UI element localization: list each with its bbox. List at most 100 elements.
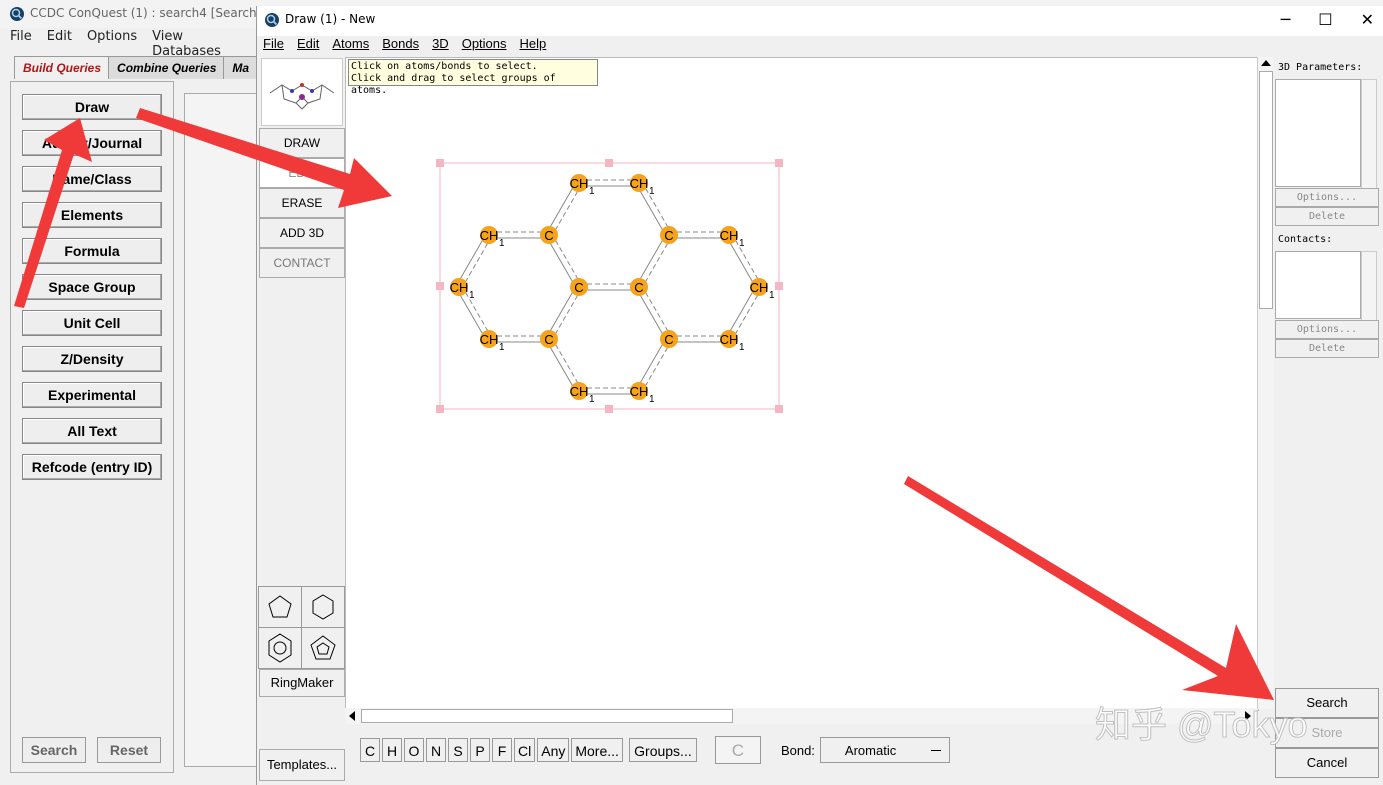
element-o-button[interactable]: O <box>404 738 424 762</box>
horizontal-scrollbar[interactable] <box>345 708 1257 724</box>
tab-build-queries[interactable]: Build Queries <box>14 56 111 79</box>
atom[interactable]: CH1 <box>630 174 655 197</box>
contact-tool-button[interactable]: CONTACT <box>259 248 345 278</box>
menu-edit[interactable]: Edit <box>47 29 72 49</box>
atom[interactable]: C <box>540 330 558 348</box>
bg-reset-button[interactable]: Reset <box>97 737 161 763</box>
selection-handle[interactable] <box>775 282 783 290</box>
contacts-delete-button[interactable]: Delete <box>1275 339 1379 358</box>
3d-parameters-list[interactable] <box>1275 79 1361 187</box>
draw-menu-edit[interactable]: Edit <box>297 36 319 56</box>
bond-type-select[interactable]: Aromatic <box>819 737 950 763</box>
element-c-button[interactable]: C <box>360 738 380 762</box>
aromatic5-button[interactable] <box>301 627 345 669</box>
maximize-icon[interactable]: ☐ <box>1318 10 1332 29</box>
vertical-scroll-thumb[interactable] <box>1259 71 1273 309</box>
experimental-button[interactable]: Experimental <box>22 382 162 408</box>
menu-file[interactable]: File <box>10 29 32 49</box>
z-density-button[interactable]: Z/Density <box>22 346 162 372</box>
atom[interactable]: CH1 <box>720 330 745 353</box>
draw-menu-file[interactable]: File <box>263 36 284 56</box>
atom[interactable]: CH1 <box>480 226 505 249</box>
atom[interactable]: C <box>570 278 588 296</box>
edit-tool-button[interactable]: EDIT <box>259 158 345 188</box>
draw-menu-bonds[interactable]: Bonds <box>382 36 419 56</box>
selection-handle[interactable] <box>436 282 444 290</box>
benzene-button[interactable] <box>258 627 302 669</box>
atom[interactable]: CH1 <box>570 174 595 197</box>
atom[interactable]: CH1 <box>630 382 655 405</box>
element-more-button[interactable]: More... <box>571 738 623 762</box>
drawing-canvas[interactable]: CH 1 CH 1 CH 1 C C CH 1 CH 1 C C CH 1 CH 1 C C CH 1 CH 1 CH 1 <box>345 57 1259 711</box>
draw-query-button[interactable]: Draw <box>22 94 162 120</box>
vertical-scrollbar[interactable] <box>1257 57 1274 709</box>
element-f-button[interactable]: F <box>492 738 512 762</box>
atom[interactable]: CH1 <box>750 278 775 301</box>
menu-view-databases[interactable]: View Databases <box>152 29 246 59</box>
draw-menu-options[interactable]: Options <box>462 36 507 56</box>
contacts-options-button[interactable]: Options... <box>1275 320 1379 339</box>
atom[interactable]: C <box>660 330 678 348</box>
atom[interactable]: CH1 <box>570 382 595 405</box>
scroll-left-icon[interactable] <box>349 711 355 721</box>
selection-handle[interactable] <box>775 405 783 413</box>
draw-menu-help[interactable]: Help <box>520 36 547 56</box>
name-class-button[interactable]: Name/Class <box>22 166 162 192</box>
scroll-right-icon[interactable] <box>1245 711 1251 721</box>
atom[interactable]: C <box>630 278 648 296</box>
ringmaker-button[interactable]: RingMaker <box>259 669 345 697</box>
unit-cell-button[interactable]: Unit Cell <box>22 310 162 336</box>
molecule-drawing[interactable]: CH1CH1CH1C C CH1CH1C C CH1CH1C C CH1CH1CH1 <box>346 58 1258 710</box>
space-group-button[interactable]: Space Group <box>22 274 162 300</box>
search-button[interactable]: Search <box>1275 688 1379 718</box>
all-text-button[interactable]: All Text <box>22 418 162 444</box>
atom[interactable]: CH1 <box>480 330 505 353</box>
atom-label: CH <box>480 228 499 243</box>
ring5-button[interactable] <box>258 586 302 628</box>
horizontal-scroll-thumb[interactable] <box>361 709 733 723</box>
selection-handle[interactable] <box>605 159 613 167</box>
templates-button[interactable]: Templates... <box>259 749 345 781</box>
author-journal-button[interactable]: Author/Journal <box>22 130 162 156</box>
selection-handle[interactable] <box>775 159 783 167</box>
3d-options-button[interactable]: Options... <box>1275 188 1379 207</box>
add-3d-tool-button[interactable]: ADD 3D <box>259 218 345 248</box>
minimize-icon[interactable]: ─ <box>1281 10 1291 29</box>
contacts-scrollbar[interactable] <box>1361 251 1377 321</box>
atom[interactable]: CH1 <box>450 278 475 301</box>
element-h-button[interactable]: H <box>382 738 402 762</box>
elements-button[interactable]: Elements <box>22 202 162 228</box>
scroll-up-icon[interactable] <box>1261 60 1271 66</box>
contacts-list[interactable] <box>1275 251 1361 319</box>
atom[interactable]: C <box>540 226 558 244</box>
element-n-button[interactable]: N <box>426 738 446 762</box>
cancel-button[interactable]: Cancel <box>1275 748 1379 778</box>
close-icon[interactable]: ✕ <box>1361 10 1374 29</box>
3d-delete-button[interactable]: Delete <box>1275 207 1379 226</box>
menu-options[interactable]: Options <box>87 29 137 49</box>
element-cl-button[interactable]: Cl <box>514 738 536 762</box>
3d-parameters-scrollbar[interactable] <box>1361 79 1377 189</box>
selection-handle[interactable] <box>436 159 444 167</box>
ring6-button[interactable] <box>301 586 345 628</box>
selection-box[interactable] <box>439 162 780 410</box>
erase-tool-button[interactable]: ERASE <box>259 188 345 218</box>
store-button[interactable]: Store <box>1275 718 1379 748</box>
element-s-button[interactable]: S <box>448 738 468 762</box>
atom[interactable]: C <box>660 226 678 244</box>
bg-search-button[interactable]: Search <box>22 737 86 763</box>
formula-button[interactable]: Formula <box>22 238 162 264</box>
draw-tool-button[interactable]: DRAW <box>259 128 345 158</box>
tab-ma[interactable]: Ma <box>223 56 259 79</box>
draw-menu-3d[interactable]: 3D <box>432 36 449 56</box>
selection-handle[interactable] <box>605 405 613 413</box>
element-p-button[interactable]: P <box>470 738 490 762</box>
atom-hydrogen-count: 1 <box>649 186 655 197</box>
atom[interactable]: CH1 <box>720 226 745 249</box>
tab-combine-queries[interactable]: Combine Queries <box>108 56 226 79</box>
element-any-button[interactable]: Any <box>537 738 570 762</box>
selection-handle[interactable] <box>436 405 444 413</box>
refcode-button[interactable]: Refcode (entry ID) <box>22 454 162 480</box>
draw-menu-atoms[interactable]: Atoms <box>332 36 369 56</box>
groups-button[interactable]: Groups... <box>628 738 697 762</box>
